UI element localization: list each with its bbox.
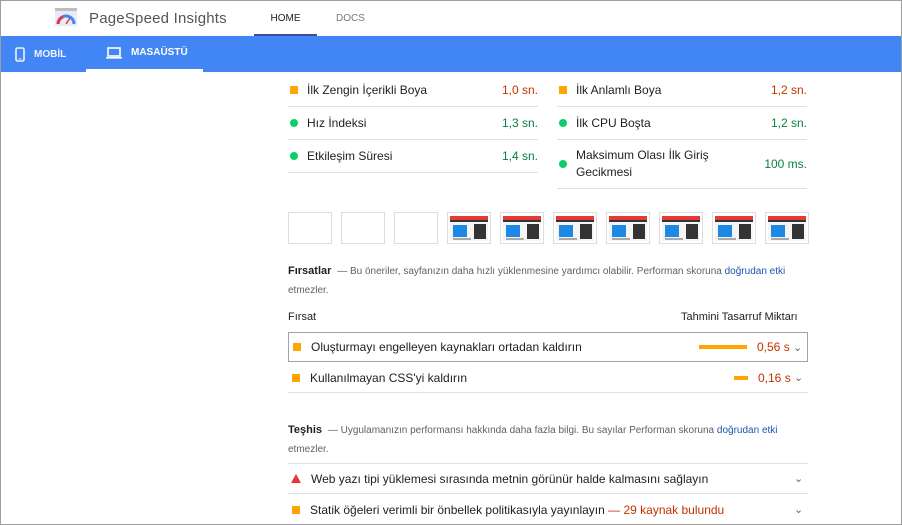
filmstrip-frame bbox=[606, 212, 650, 244]
filmstrip-frame bbox=[712, 212, 756, 244]
metric-value: 1,2 sn. bbox=[770, 116, 807, 130]
metric-row: Maksimum Olası İlk Giriş Gecikmesi 100 m… bbox=[557, 140, 807, 189]
fail-triangle-icon bbox=[291, 474, 301, 483]
average-square-icon bbox=[293, 343, 301, 351]
metric-row: Etkileşim Süresi 1,4 sn. bbox=[288, 140, 538, 173]
opportunities-header: Fırsatlar — Bu öneriler, sayfanızın daha… bbox=[288, 262, 808, 300]
opportunities-description: — Bu öneriler, sayfanızın daha hızlı yük… bbox=[337, 266, 722, 277]
metric-label: İlk Zengin İçerikli Boya bbox=[307, 83, 428, 97]
filmstrip-frame bbox=[553, 212, 597, 244]
diagnostic-row[interactable]: Web yazı tipi yüklemesi sırasında metnin… bbox=[288, 464, 808, 494]
chevron-down-icon[interactable]: ⌄ bbox=[793, 341, 803, 354]
average-square-icon bbox=[290, 86, 298, 94]
phone-icon bbox=[15, 46, 25, 62]
diagnostics-description-end: etmezler. bbox=[288, 444, 329, 455]
tab-mobile-label: MOBİL bbox=[34, 48, 67, 60]
opportunity-row[interactable]: Kullanılmayan CSS'yi kaldırın 0,16 s ⌄ bbox=[288, 363, 808, 393]
opportunity-row[interactable]: Oluşturmayı engelleyen kaynakları ortada… bbox=[288, 332, 808, 362]
direct-impact-link[interactable]: doğrudan etki bbox=[717, 425, 778, 436]
metric-value: 1,2 sn. bbox=[770, 83, 807, 97]
pass-dot-icon bbox=[559, 160, 567, 168]
filmstrip-frame bbox=[659, 212, 703, 244]
metric-label: Etkileşim Süresi bbox=[307, 149, 393, 163]
filmstrip-frame bbox=[447, 212, 491, 244]
opportunity-label: Oluşturmayı engelleyen kaynakları ortada… bbox=[311, 340, 582, 354]
opportunities-description-end: etmezler. bbox=[288, 285, 329, 296]
filmstrip-frame bbox=[765, 212, 809, 244]
diagnostic-extra: — 29 kaynak bulundu bbox=[608, 502, 725, 517]
metric-value: 1,0 sn. bbox=[501, 83, 538, 97]
device-tab-bar: MOBİL MASAÜSTÜ bbox=[1, 36, 901, 72]
direct-impact-link[interactable]: doğrudan etki bbox=[725, 266, 786, 277]
metric-value: 100 ms. bbox=[764, 157, 807, 171]
average-square-icon bbox=[559, 86, 567, 94]
chevron-down-icon[interactable]: ⌄ bbox=[794, 472, 804, 485]
diagnostics-title: Teşhis bbox=[288, 424, 323, 436]
metric-label: İlk CPU Boşta bbox=[576, 116, 651, 130]
column-header-savings: Tahmini Tasarruf Miktarı bbox=[681, 311, 798, 323]
brand-title[interactable]: PageSpeed Insights bbox=[89, 10, 227, 27]
metric-row: İlk CPU Boşta 1,2 sn. bbox=[557, 107, 807, 140]
pass-dot-icon bbox=[290, 119, 298, 127]
diagnostic-label-text: Statik öğeleri verimli bir önbellek poli… bbox=[310, 502, 605, 517]
opportunity-label: Kullanılmayan CSS'yi kaldırın bbox=[310, 370, 468, 385]
chevron-down-icon[interactable]: ⌄ bbox=[794, 503, 804, 516]
chevron-down-icon[interactable]: ⌄ bbox=[794, 371, 804, 384]
savings-bar bbox=[734, 375, 748, 380]
diagnostic-row[interactable]: Statik öğeleri verimli bir önbellek poli… bbox=[288, 495, 808, 524]
nav-docs[interactable]: DOCS bbox=[323, 1, 378, 36]
average-square-icon bbox=[292, 505, 300, 514]
filmstrip-frame bbox=[500, 212, 544, 244]
metric-row: İlk Zengin İçerikli Boya 1,0 sn. bbox=[288, 74, 538, 107]
metric-row: Hız İndeksi 1,3 sn. bbox=[288, 107, 538, 140]
opportunities-title: Fırsatlar bbox=[288, 265, 332, 277]
metric-label: Maksimum Olası İlk Giriş Gecikmesi bbox=[576, 148, 709, 179]
metric-row: İlk Anlamlı Boya 1,2 sn. bbox=[557, 74, 807, 107]
diagnostic-label: Statik öğeleri verimli bir önbellek poli… bbox=[310, 503, 794, 517]
savings-bar bbox=[699, 345, 747, 349]
diagnostics-description: — Uygulamanızın performansı hakkında dah… bbox=[327, 425, 715, 436]
pass-dot-icon bbox=[290, 152, 298, 160]
tab-desktop-label: MASAÜSTÜ bbox=[131, 47, 188, 58]
nav-home[interactable]: HOME bbox=[254, 1, 317, 36]
column-header-opportunity: Fırsat bbox=[288, 311, 317, 323]
tab-desktop[interactable]: MASAÜSTÜ bbox=[86, 36, 203, 72]
diagnostics-header: Teşhis — Uygulamanızın performansı hakkı… bbox=[288, 421, 808, 459]
top-header: PageSpeed Insights HOME DOCS bbox=[1, 1, 901, 36]
filmstrip-frame bbox=[394, 212, 438, 244]
savings-value: 0,56 s bbox=[757, 340, 790, 354]
filmstrip-frame bbox=[341, 212, 385, 244]
pass-dot-icon bbox=[559, 119, 567, 127]
laptop-icon bbox=[106, 46, 122, 59]
metric-label: Hız İndeksi bbox=[307, 116, 367, 130]
filmstrip-frame bbox=[288, 212, 332, 244]
average-square-icon bbox=[292, 373, 300, 382]
diagnostic-label: Web yazı tipi yüklemesi sırasında metnin… bbox=[311, 471, 709, 486]
metric-label: İlk Anlamlı Boya bbox=[576, 83, 662, 97]
metric-value: 1,4 sn. bbox=[501, 149, 538, 163]
pagespeed-gauge-icon[interactable] bbox=[55, 8, 77, 26]
savings-value: 0,16 s bbox=[758, 370, 791, 385]
tab-mobile[interactable]: MOBİL bbox=[1, 36, 86, 72]
metric-value: 1,3 sn. bbox=[501, 116, 538, 130]
app-window: PageSpeed Insights HOME DOCS MOBİL MASAÜ… bbox=[0, 0, 902, 525]
